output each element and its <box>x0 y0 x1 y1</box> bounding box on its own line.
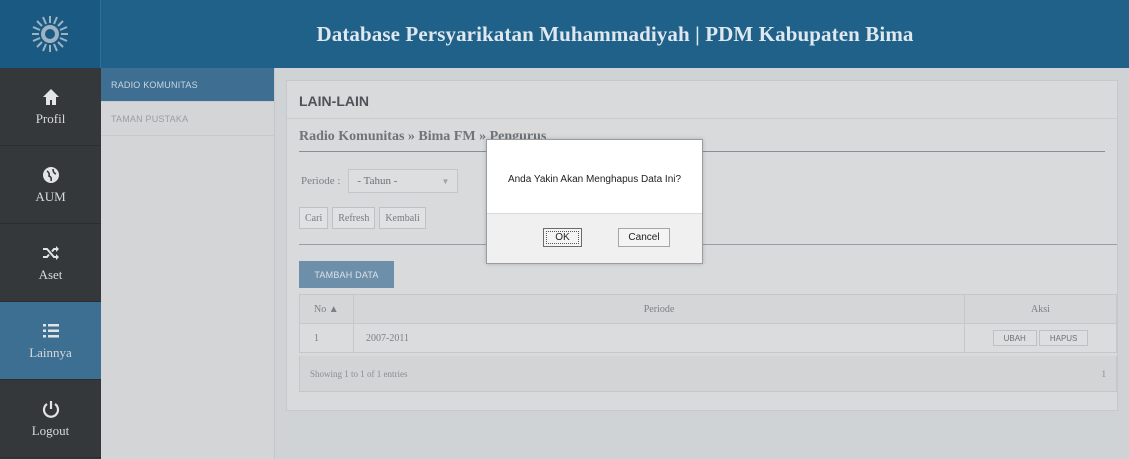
nav-item-lainnya[interactable]: Lainnya <box>0 302 101 380</box>
period-filter: Periode : - Tahun - ▼ <box>301 169 459 193</box>
main-nav: Profil AUM Aset Lainnya Logout <box>0 68 101 459</box>
table-footer: Showing 1 to 1 of 1 entries 1 <box>299 356 1117 392</box>
nav-item-logout[interactable]: Logout <box>0 380 101 458</box>
add-data-button[interactable]: TAMBAH DATA <box>299 261 394 288</box>
dialog-footer: OK Cancel <box>487 213 702 263</box>
nav-label: Profil <box>35 110 66 126</box>
column-label-no: No <box>314 303 327 315</box>
dialog-message: Anda Yakin Akan Menghapus Data Ini? <box>507 174 682 185</box>
title-wrap: Database Persyarikatan Muhammadiyah | PD… <box>101 0 1129 68</box>
logo-box <box>0 0 101 68</box>
data-table: No ▲ Periode Aksi 1 2007-2011 UBAH HAPUS <box>299 294 1117 353</box>
pagination-page[interactable]: 1 <box>1102 369 1107 379</box>
column-header-no[interactable]: No ▲ <box>299 294 354 324</box>
nav-label: Logout <box>31 422 70 438</box>
sub-nav: RADIO KOMUNITAS TAMAN PUSTAKA <box>101 68 275 459</box>
cell-no: 1 <box>299 323 354 353</box>
search-button[interactable]: Cari <box>299 207 329 229</box>
back-button[interactable]: Kembali <box>379 207 426 229</box>
divider <box>299 244 1117 245</box>
action-buttons: Cari Refresh Kembali <box>299 207 426 229</box>
nav-item-aum[interactable]: AUM <box>0 146 101 224</box>
nav-label: Aset <box>38 266 63 282</box>
nav-label: Lainnya <box>29 344 72 360</box>
shuffle-icon <box>42 245 59 260</box>
refresh-button[interactable]: Refresh <box>332 207 376 229</box>
table-header-row: No ▲ Periode Aksi <box>299 294 1117 324</box>
power-icon <box>42 400 59 418</box>
app-title: Database Persyarikatan Muhammadiyah | PD… <box>316 21 914 46</box>
list-icon <box>42 323 59 337</box>
app-header: Database Persyarikatan Muhammadiyah | PD… <box>0 0 1129 68</box>
nav-item-aset[interactable]: Aset <box>0 224 101 302</box>
subnav-item-radio-komunitas[interactable]: RADIO KOMUNITAS <box>101 68 274 102</box>
panel-header: LAIN-LAIN <box>287 81 1117 119</box>
logo-icon <box>32 16 68 52</box>
table-info: Showing 1 to 1 of 1 entries <box>310 368 408 379</box>
subnav-item-taman-pustaka[interactable]: TAMAN PUSTAKA <box>101 102 274 136</box>
edit-button[interactable]: UBAH <box>992 330 1037 346</box>
confirm-dialog: Anda Yakin Akan Menghapus Data Ini? OK C… <box>486 139 703 264</box>
row-actions: UBAH HAPUS <box>992 330 1089 346</box>
column-header-aksi: Aksi <box>964 294 1117 324</box>
column-header-periode[interactable]: Periode <box>353 294 965 324</box>
panel-title: LAIN-LAIN <box>299 93 369 109</box>
globe-icon <box>42 166 59 183</box>
cancel-button[interactable]: Cancel <box>618 228 670 247</box>
nav-item-profil[interactable]: Profil <box>0 68 101 146</box>
chevron-down-icon: ▼ <box>441 176 450 186</box>
delete-button[interactable]: HAPUS <box>1038 330 1089 346</box>
sort-icon: ▲ <box>328 303 339 315</box>
ok-button[interactable]: OK <box>543 228 582 247</box>
cell-aksi: UBAH HAPUS <box>964 323 1117 353</box>
period-label: Periode : <box>301 175 341 187</box>
nav-label: AUM <box>35 188 66 204</box>
year-select-value: - Tahun - <box>357 175 398 187</box>
table-row: 1 2007-2011 UBAH HAPUS <box>299 323 1117 353</box>
home-icon <box>42 88 59 105</box>
cell-periode: 2007-2011 <box>353 323 965 353</box>
year-select[interactable]: - Tahun - ▼ <box>348 169 459 193</box>
